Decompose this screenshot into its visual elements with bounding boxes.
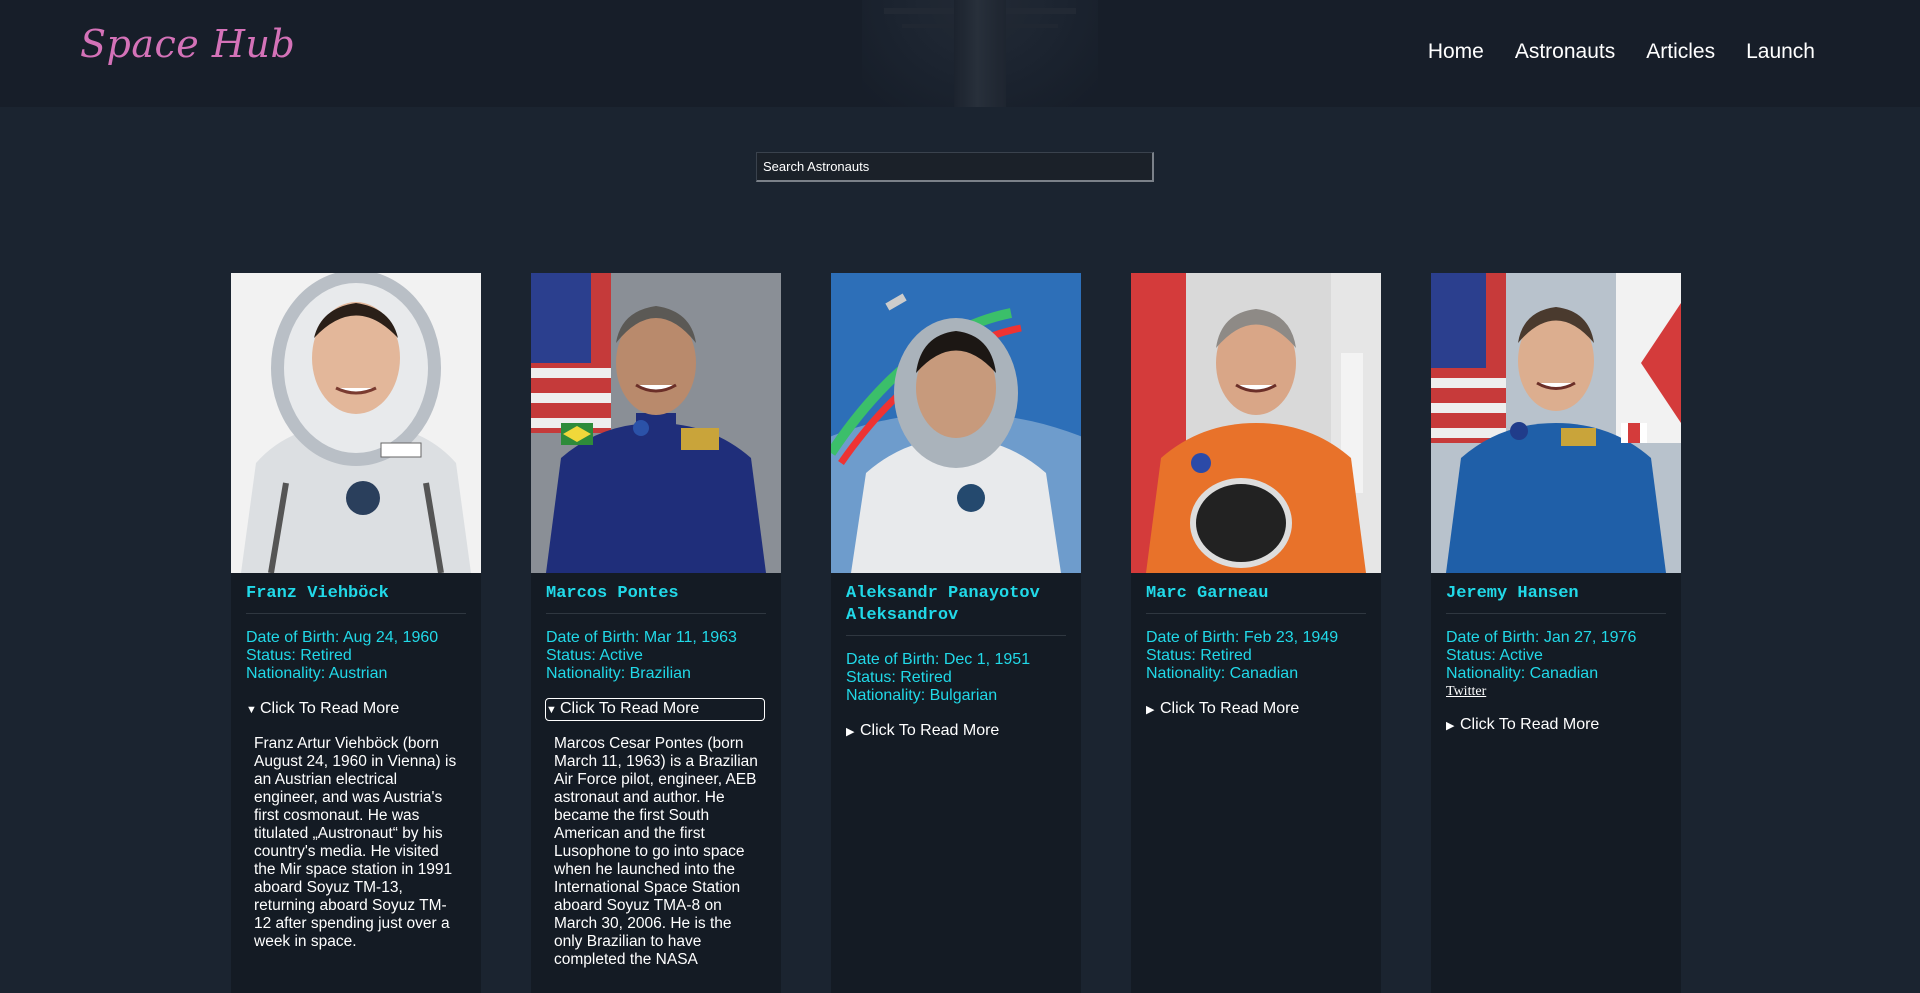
triangle-right-icon: ▶ (1146, 704, 1155, 716)
astronaut-name: Aleksandr Panayotov Aleksandrov (846, 583, 1066, 636)
astronaut-photo (231, 273, 481, 573)
status-text: Status: Retired (1146, 647, 1252, 664)
read-more-toggle[interactable]: ▶ Click To Read More (846, 721, 1001, 742)
status-text: Status: Retired (246, 647, 352, 664)
triangle-down-icon: ▼ (546, 704, 557, 716)
status-text: Status: Retired (846, 669, 952, 686)
nav-astronauts-link[interactable]: Astronauts (1515, 40, 1615, 64)
toggle-label: Click To Read More (860, 722, 1000, 739)
astronaut-photo (531, 273, 781, 573)
astronaut-card: Jeremy Hansen Date of Birth: Jan 27, 197… (1431, 273, 1681, 993)
status-text: Status: Active (546, 647, 643, 664)
triangle-right-icon: ▶ (1446, 720, 1455, 732)
astronaut-bio: Marcos Cesar Pontes (born March 11, 1963… (554, 735, 758, 968)
date-of-birth: Date of Birth: Dec 1, 1951 (846, 651, 1031, 668)
astronaut-photo (831, 273, 1081, 573)
nav-articles-link[interactable]: Articles (1646, 40, 1715, 64)
date-of-birth: Date of Birth: Aug 24, 1960 (246, 629, 439, 646)
astronaut-name: Franz Viehböck (246, 583, 466, 614)
brand-logo[interactable]: Space Hub (80, 22, 295, 66)
search-input[interactable] (756, 152, 1154, 182)
nav-launch-link[interactable]: Launch (1746, 40, 1815, 64)
read-more-toggle[interactable]: ▶ Click To Read More (1446, 715, 1601, 736)
date-of-birth: Date of Birth: Mar 11, 1963 (546, 629, 737, 646)
toggle-label: Click To Read More (1160, 700, 1300, 717)
nationality-text: Nationality: Brazilian (546, 665, 691, 682)
astronaut-name: Jeremy Hansen (1446, 583, 1666, 614)
astronaut-name: Marcos Pontes (546, 583, 766, 614)
date-of-birth: Date of Birth: Jan 27, 1976 (1446, 629, 1637, 646)
date-of-birth: Date of Birth: Feb 23, 1949 (1146, 629, 1339, 646)
toggle-label: Click To Read More (1460, 716, 1600, 733)
read-more-toggle[interactable]: ▼ Click To Read More (246, 699, 401, 720)
toggle-label: Click To Read More (560, 700, 700, 717)
header-background-image (862, 0, 1098, 107)
read-more-toggle[interactable]: ▼ Click To Read More (545, 698, 765, 721)
triangle-right-icon: ▶ (846, 726, 855, 738)
astronaut-card: Aleksandr Panayotov Aleksandrov Date of … (831, 273, 1081, 993)
status-text: Status: Active (1446, 647, 1543, 664)
astronaut-photo (1131, 273, 1381, 573)
nationality-text: Nationality: Bulgarian (846, 687, 998, 704)
read-more-toggle[interactable]: ▶ Click To Read More (1146, 699, 1301, 720)
nationality-text: Nationality: Austrian (246, 665, 388, 682)
astronaut-bio: Franz Artur Viehböck (born August 24, 19… (254, 735, 457, 950)
twitter-link[interactable]: Twitter (1446, 683, 1666, 701)
astronaut-name: Marc Garneau (1146, 583, 1366, 614)
site-header: Space Hub Home Astronauts Articles Launc… (0, 0, 1920, 107)
astronaut-photo (1431, 273, 1681, 573)
triangle-down-icon: ▼ (246, 704, 257, 716)
nationality-text: Nationality: Canadian (1146, 665, 1299, 682)
astronaut-card: Marc Garneau Date of Birth: Feb 23, 1949… (1131, 273, 1381, 993)
nav-home-link[interactable]: Home (1428, 40, 1484, 64)
main-nav: Home Astronauts Articles Launch (1428, 40, 1815, 64)
toggle-label: Click To Read More (260, 700, 400, 717)
astronaut-card: Marcos Pontes Date of Birth: Mar 11, 196… (531, 273, 781, 993)
astronaut-card: Franz Viehböck Date of Birth: Aug 24, 19… (231, 273, 481, 993)
nationality-text: Nationality: Canadian (1446, 665, 1599, 682)
